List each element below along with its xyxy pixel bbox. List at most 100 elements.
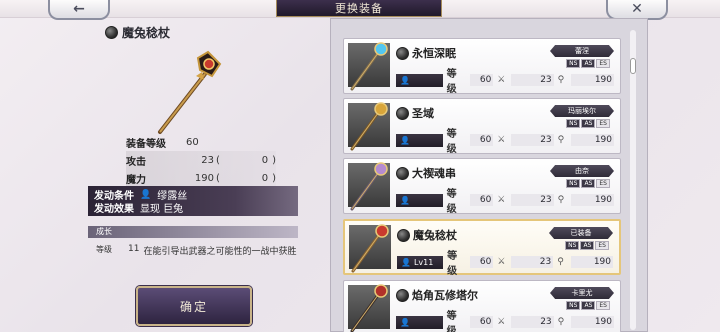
weapon-card-stats: 👤 等级 60 ⚔ 23 ⚲ 190 [396,189,615,215]
tag-as: AS [580,241,595,250]
growth-description: 在能引导出武器之可能性的一战中获胜 [143,247,297,257]
weapon-thumbnail [348,102,390,151]
back-button[interactable]: ← [48,0,110,20]
weapon-card-name: 魔兔稔杖 [413,229,457,242]
stat-label: 装备等级 [126,138,166,150]
person-icon: 👤 [400,195,410,205]
weapon-card[interactable]: 焰角瓦修塔尔 卡里尤 NS AS ES 👤 等级 60 ⚔ 23 ⚲ 190 [343,280,621,332]
stat-label: 魔力 [126,174,146,186]
style-tags: NS AS ES [566,301,610,310]
element-dark-icon [396,46,409,60]
wielder-level-box: 👤 [396,193,443,207]
stat-magic: 魔力 190 (0) [126,169,276,187]
magic-value: 190 [571,134,615,146]
arrow-left-icon: ← [73,1,85,17]
tag-es: ES [596,179,610,188]
tag-ns: NS [566,59,581,68]
tag-ns: NS [565,241,580,250]
growth-level-value: 11 [128,244,140,254]
weapon-card-title: 圣域 [396,105,434,121]
style-tags: NS AS ES [566,59,610,68]
growth-row: 等级 11 在能引导出武器之可能性的一战中获胜 [96,244,296,257]
weapon-card-stats: 👤 Lv11 等级 60 ⚔ 23 ⚲ 190 [397,251,613,277]
wand-icon: ⚲ [557,257,564,267]
attack-value: 23 [510,194,554,206]
magic-value: 190 [571,194,615,206]
tag-as: AS [581,59,596,68]
close-button[interactable]: ✕ [606,0,668,20]
attack-value: 23 [510,316,554,328]
confirm-button[interactable]: 确定 [136,286,252,326]
person-icon: 👤 [400,135,410,145]
stat-bonus: (0) [216,172,276,184]
weapon-card-name: 永恒深眠 [412,47,456,60]
weapon-card[interactable]: 魔兔稔杖 已装备 NS AS ES 👤 Lv11 等级 60 ⚔ 23 ⚲ 19… [343,219,621,277]
level-label: 等级 [446,311,457,332]
level-value: 60 [470,256,494,268]
stat-value: 190 [194,172,214,184]
weapon-detail-panel: 魔兔稔杖 装备等级 60 攻击 23 (0) 魔力 190 (0) 发动条件 👤… [0,18,320,332]
tag-as: AS [581,179,596,188]
wielder-level-box: 👤 [396,315,443,329]
wielder-level-box: 👤 Lv11 [397,255,444,269]
close-icon: ✕ [631,1,643,17]
scrollbar-thumb[interactable] [630,58,636,74]
wand-icon: ⚲ [557,317,565,327]
stat-value: 23 [201,154,214,166]
wand-icon: ⚲ [557,195,565,205]
tag-as: AS [581,301,596,310]
owner-badge: 蕾涅 [550,45,614,57]
scrollbar[interactable] [630,30,636,330]
weapon-card[interactable]: 永恒深眠 蕾涅 NS AS ES 👤 等级 60 ⚔ 23 ⚲ 190 [343,38,621,95]
weapon-thumbnail [348,42,390,91]
page-title: 更换装备 [276,0,442,17]
attack-value: 23 [510,74,554,86]
weapon-title: 魔兔稔杖 [105,24,170,41]
sword-icon: ⚔ [497,257,506,267]
level-label: 等级 [447,251,458,277]
weapon-card[interactable]: 大禊魂串 由奈 NS AS ES 👤 等级 60 ⚔ 23 ⚲ 190 [343,158,621,215]
wielder-level: Lv11 [413,257,434,267]
staff-image [158,50,222,134]
person-icon: 👤 [400,317,410,327]
style-tags: NS AS ES [566,179,610,188]
growth-header: 成长 [88,226,298,238]
tag-es: ES [596,119,610,128]
element-dark-icon [397,228,410,242]
stat-bonus: (0) [216,154,276,166]
weapon-card-name: 大禊魂串 [412,167,456,180]
sword-icon: ⚔ [497,75,506,85]
element-dark-icon [396,166,409,180]
style-tags: NS AS ES [565,241,609,250]
weapon-stats: 装备等级 60 攻击 23 (0) 魔力 190 (0) [126,133,276,187]
effect-result: 发动效果 显现 巨兔 [94,204,184,215]
tag-es: ES [596,59,610,68]
sword-icon: ⚔ [497,317,506,327]
weapon-thumbnail [349,224,391,273]
element-dark-icon [396,106,409,120]
owner-badge: 卡里尤 [550,287,614,299]
level-value: 60 [469,194,494,206]
weapon-name: 魔兔稔杖 [122,26,171,40]
tag-ns: NS [566,301,581,310]
person-icon: 👤 [140,189,152,200]
weapon-card-stats: 👤 等级 60 ⚔ 23 ⚲ 190 [396,311,615,332]
tag-as: AS [581,119,596,128]
weapon-card-title: 大禊魂串 [396,165,456,181]
effect-box: 发动条件 👤 缪露丝 发动效果 显现 巨兔 [88,186,298,216]
level-value: 60 [469,74,494,86]
attack-value: 23 [510,134,554,146]
weapon-card-title: 焰角瓦修塔尔 [396,287,478,303]
wielder-level-box: 👤 [396,133,443,147]
weapon-card[interactable]: 圣域 玛丽埃尔 NS AS ES 👤 等级 60 ⚔ 23 ⚲ 190 [343,98,621,155]
weapon-card-title: 魔兔稔杖 [397,227,457,243]
tag-ns: NS [566,119,581,128]
level-label: 等级 [446,69,457,95]
level-value: 60 [469,316,494,328]
weapon-card-stats: 👤 等级 60 ⚔ 23 ⚲ 190 [396,69,615,95]
sword-icon: ⚔ [497,135,506,145]
style-tags: NS AS ES [566,119,610,128]
magic-value: 190 [570,256,613,268]
tag-es: ES [596,301,610,310]
weapon-card-stats: 👤 等级 60 ⚔ 23 ⚲ 190 [396,129,615,155]
